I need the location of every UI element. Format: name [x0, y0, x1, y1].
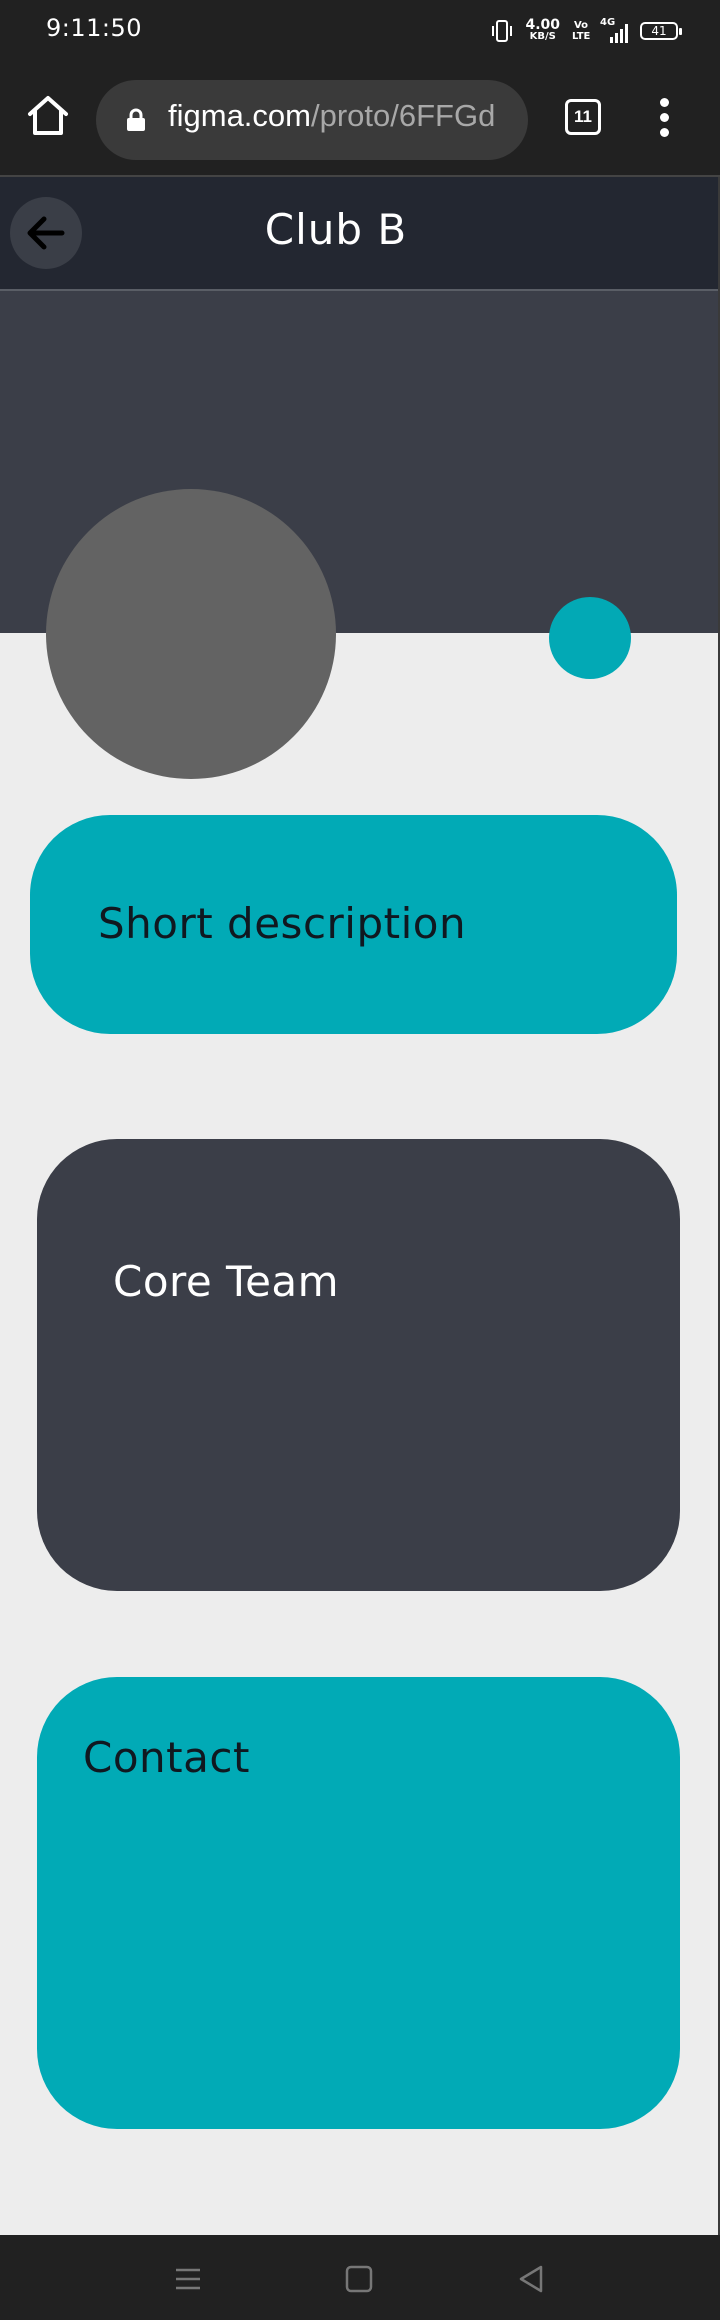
tabs-button[interactable]: 11 [565, 99, 601, 135]
volte-indicator: Vo LTE [572, 20, 591, 42]
more-vert-icon[interactable] [654, 98, 674, 138]
contact-card[interactable]: Contact [37, 1677, 680, 2129]
core-team-label: Core Team [113, 1257, 340, 1306]
nav-back-button[interactable] [513, 2261, 549, 2297]
signal-type: 4G [600, 17, 616, 28]
action-dot-button[interactable] [549, 597, 631, 679]
address-bar[interactable]: figma.com/proto/6FFGd [96, 80, 528, 160]
prototype-page: Club B Short description Core Team Conta… [0, 177, 720, 2235]
net-speed-unit: KB/S [529, 31, 556, 42]
url-domain: figma.com [168, 98, 311, 133]
system-nav-bar [0, 2235, 720, 2320]
description-label: Short description [98, 899, 467, 948]
contact-label: Contact [83, 1733, 250, 1782]
menu-lines-icon [176, 2268, 200, 2290]
url-path: /proto/6FFGd [310, 98, 496, 133]
lock-icon [127, 108, 145, 131]
core-team-card[interactable]: Core Team [37, 1139, 680, 1591]
nav-home-button[interactable] [341, 2261, 377, 2297]
battery-icon: 41 [640, 22, 682, 40]
square-icon [345, 2265, 373, 2293]
browser-toolbar: figma.com/proto/6FFGd 11 [0, 62, 720, 176]
nav-recents-button[interactable] [170, 2261, 206, 2297]
triangle-back-icon [519, 2265, 543, 2293]
browser-home-button[interactable] [24, 92, 72, 140]
signal-icon: 4G [600, 17, 628, 43]
avatar[interactable] [46, 489, 336, 779]
home-icon [28, 96, 68, 135]
url-text: figma.com/proto/6FFGd [168, 98, 495, 134]
net-speed: 4.00 KB/S [525, 18, 560, 43]
page-title: Club B [264, 205, 408, 254]
status-bar: 9:11:50 4.00 KB/S Vo LTE 4G 41 [0, 0, 720, 62]
status-icons: 4.00 KB/S Vo LTE 4G 41 [491, 14, 682, 48]
status-time: 9:11:50 [46, 14, 143, 42]
description-card[interactable]: Short description [30, 815, 677, 1034]
app-header: Club B [0, 177, 720, 289]
vibrate-icon [492, 20, 513, 42]
